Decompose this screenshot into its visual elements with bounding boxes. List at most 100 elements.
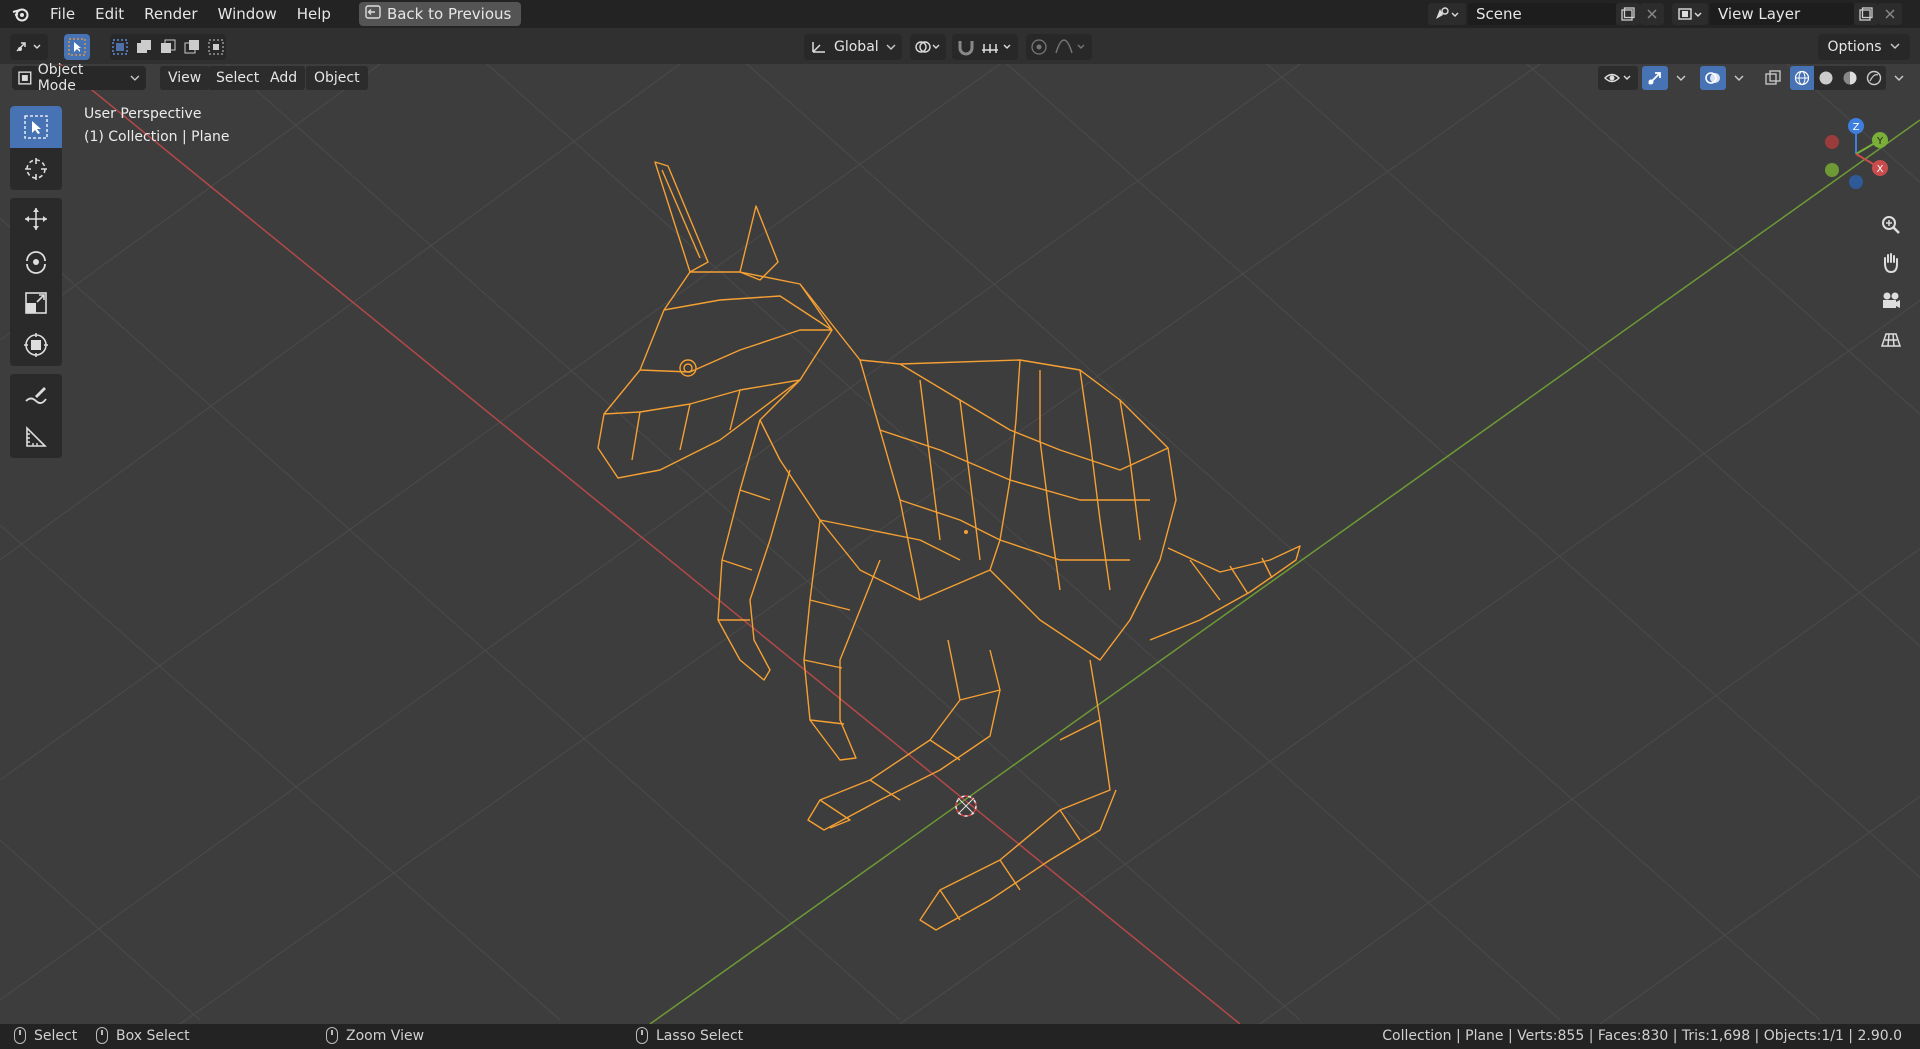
view-layer-selector: View Layer: [1672, 3, 1902, 25]
select-box-tool-icon[interactable]: [10, 106, 62, 148]
select-extend-icon[interactable]: [135, 38, 153, 56]
back-button-label: Back to Previous: [386, 5, 512, 23]
mouse-left-icon: [14, 1027, 26, 1044]
annotate-tool-icon[interactable]: [10, 374, 62, 416]
object-mode-icon: [18, 71, 32, 85]
select-tool-icon[interactable]: [64, 34, 90, 60]
chevron-down-icon[interactable]: [1730, 66, 1748, 90]
falloff-icon[interactable]: [1054, 38, 1088, 56]
mode-label: Object Mode: [37, 62, 84, 94]
new-scene-icon[interactable]: [1616, 3, 1640, 25]
selection-mode-group: [110, 34, 226, 60]
hint-box-select-label: Box Select: [116, 1027, 190, 1044]
ortho-grid-icon[interactable]: [1876, 324, 1906, 354]
wireframe-shading-icon[interactable]: [1790, 66, 1814, 90]
orientation-label: Global: [834, 39, 879, 55]
rotate-tool-icon[interactable]: [10, 240, 62, 282]
hint-select: Select: [14, 1027, 77, 1044]
zoom-icon[interactable]: [1876, 210, 1906, 240]
viewport-menu-object[interactable]: Object: [306, 66, 368, 90]
select-invert-icon[interactable]: [183, 38, 201, 56]
delete-view-layer-icon[interactable]: [1878, 3, 1902, 25]
options-button[interactable]: Options: [1817, 34, 1910, 60]
gizmo-toggle-icon[interactable]: [1642, 66, 1668, 90]
new-view-layer-icon[interactable]: [1854, 3, 1878, 25]
chevron-down-icon: [1890, 43, 1900, 49]
scale-tool-icon[interactable]: [10, 282, 62, 324]
rendered-shading-icon[interactable]: [1862, 66, 1886, 90]
gizmo-z-label: Z: [1853, 122, 1860, 133]
proportional-edit-icon[interactable]: [1030, 38, 1048, 56]
hint-lasso-select: Lasso Select: [636, 1027, 743, 1044]
gizmo-y-label: Y: [1876, 136, 1884, 147]
object-mode-dropdown[interactable]: Object Mode: [12, 62, 146, 94]
delete-scene-icon[interactable]: [1640, 3, 1664, 25]
cursor-tool-icon[interactable]: [10, 148, 62, 190]
back-icon: [365, 5, 381, 23]
chevron-down-icon[interactable]: [1890, 66, 1908, 90]
chevron-down-icon: [130, 75, 140, 81]
transform-orientation-dropdown[interactable]: Global: [804, 34, 902, 60]
hint-lasso-select-label: Lasso Select: [656, 1027, 744, 1044]
orientation-icon: [812, 42, 825, 53]
solid-shading-icon[interactable]: [1814, 66, 1838, 90]
camera-view-icon[interactable]: [1876, 286, 1906, 316]
hint-select-label: Select: [34, 1027, 78, 1044]
proportional-edit-group: [1026, 34, 1092, 60]
tool-shelf: [10, 106, 62, 466]
menu-help[interactable]: Help: [287, 0, 341, 28]
blender-logo-icon[interactable]: [10, 3, 32, 25]
viewport-menu-view[interactable]: View: [160, 66, 210, 90]
chevron-down-icon[interactable]: [1672, 66, 1690, 90]
select-subtract-icon[interactable]: [159, 38, 177, 56]
menu-edit[interactable]: Edit: [85, 0, 134, 28]
scene-browse-icon[interactable]: [1428, 3, 1466, 25]
tool-group-annotate: [10, 374, 62, 458]
snap-increment-icon[interactable]: [980, 38, 1014, 56]
select-intersect-icon[interactable]: [207, 38, 225, 56]
tool-group-transform: [10, 198, 62, 366]
visibility-eye-icon[interactable]: [1598, 66, 1638, 90]
viewport-menu-select[interactable]: Select: [208, 66, 268, 90]
gizmo-x-label: X: [1877, 164, 1884, 175]
scene-selector: Scene: [1428, 3, 1664, 25]
viewport-right-tools: [1598, 66, 1908, 90]
viewport-header: Object Mode View Select Add Object: [0, 62, 1920, 94]
scene-statistics: Collection | Plane | Verts:855 | Faces:8…: [1382, 1028, 1902, 1044]
viewport-menu-add[interactable]: Add: [262, 66, 306, 90]
editor-type-icon[interactable]: [10, 34, 48, 60]
mouse-drag-icon: [96, 1027, 108, 1044]
menu-window[interactable]: Window: [208, 0, 287, 28]
back-to-previous-button[interactable]: Back to Previous: [358, 2, 522, 26]
view-layer-browse-icon[interactable]: [1672, 3, 1708, 25]
options-label: Options: [1827, 39, 1882, 55]
navigation-gizmo[interactable]: Z Y X: [1814, 112, 1914, 202]
overlays-toggle-icon[interactable]: [1700, 66, 1726, 90]
chevron-down-icon: [886, 44, 896, 50]
tool-header: Global Options: [0, 28, 1920, 68]
view-layer-name-field[interactable]: View Layer: [1710, 3, 1854, 25]
3d-cursor-icon: [955, 795, 977, 817]
selected-mesh-wireframe[interactable]: [0, 64, 1920, 1024]
status-bar: Select Box Select Zoom View Lasso Select…: [0, 1024, 1920, 1049]
hint-zoom-view: Zoom View: [326, 1027, 424, 1044]
move-tool-icon[interactable]: [10, 198, 62, 240]
3d-viewport[interactable]: User Perspective (1) Collection | Plane …: [0, 64, 1920, 1024]
select-new-icon[interactable]: [111, 38, 129, 56]
pivot-point-icon[interactable]: [910, 34, 946, 60]
hint-box-select: Box Select: [96, 1027, 190, 1044]
menu-file[interactable]: File: [40, 0, 85, 28]
shading-mode-group: [1790, 66, 1886, 90]
snapping-group: [952, 34, 1018, 60]
material-shading-icon[interactable]: [1838, 66, 1862, 90]
magnet-icon[interactable]: [956, 38, 976, 56]
mouse-right-icon: [636, 1027, 648, 1044]
measure-tool-icon[interactable]: [10, 416, 62, 458]
xray-toggle-icon[interactable]: [1760, 66, 1786, 90]
tool-group-select: [10, 106, 62, 190]
menu-render[interactable]: Render: [134, 0, 207, 28]
scene-name-field[interactable]: Scene: [1468, 3, 1616, 25]
mouse-middle-icon: [326, 1027, 338, 1044]
pan-hand-icon[interactable]: [1876, 248, 1906, 278]
transform-tool-icon[interactable]: [10, 324, 62, 366]
